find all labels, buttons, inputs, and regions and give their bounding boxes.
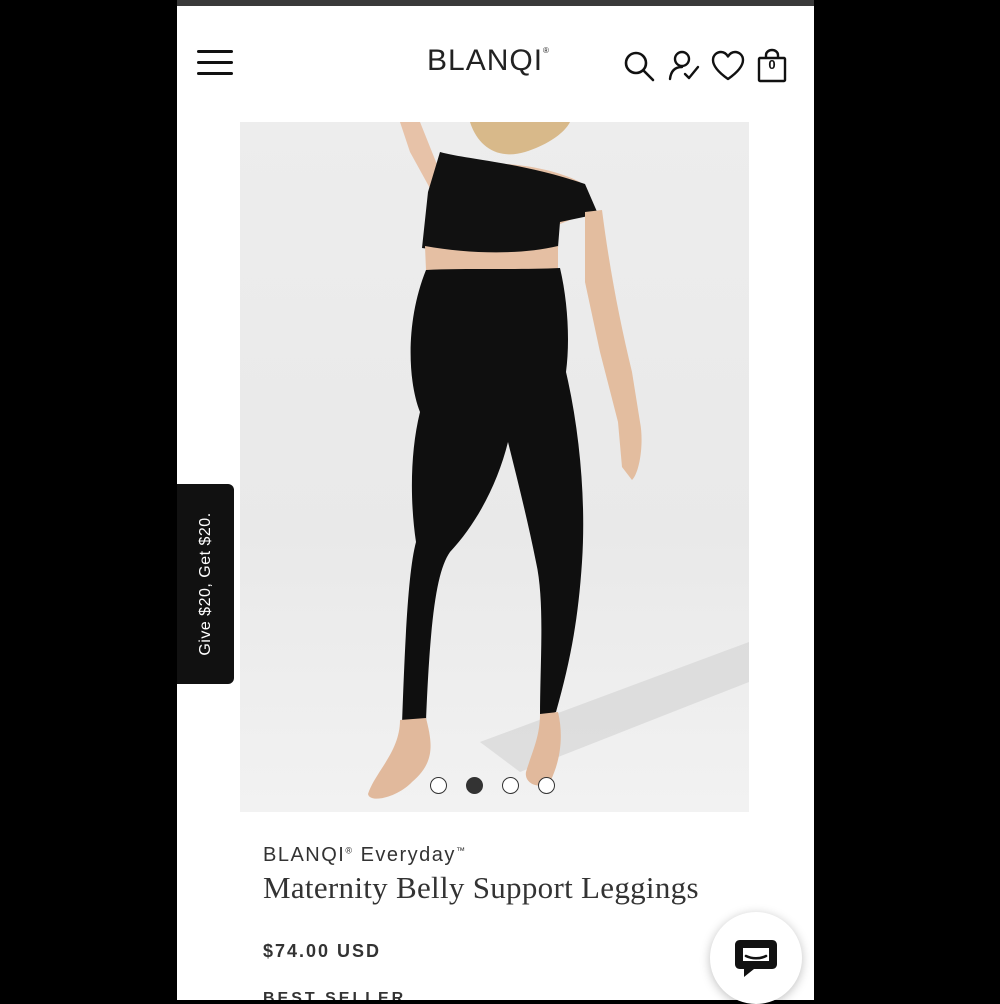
carousel-dot-active[interactable] xyxy=(466,777,483,794)
product-image[interactable] xyxy=(240,122,749,812)
search-icon[interactable] xyxy=(621,48,657,84)
carousel-dot[interactable] xyxy=(538,777,555,794)
logo-registered-mark: ® xyxy=(543,46,550,55)
chat-bubble-icon xyxy=(735,940,777,977)
collection-name: Everyday xyxy=(360,844,456,866)
logo-text: BLANQI xyxy=(427,44,544,77)
product-title: Maternity Belly Support Leggings xyxy=(263,870,699,905)
brand-logo[interactable]: BLANQI® xyxy=(427,44,550,78)
product-price: $74.00 USD xyxy=(263,941,382,961)
best-seller-badge: BEST SELLER xyxy=(263,990,407,1000)
model-photo xyxy=(368,122,749,799)
carousel-dot[interactable] xyxy=(502,777,519,794)
cart-count: 0 xyxy=(768,57,776,72)
wishlist-heart-icon[interactable] xyxy=(710,48,746,84)
referral-tab[interactable]: Give $20, Get $20. xyxy=(177,484,234,684)
menu-icon[interactable] xyxy=(197,50,233,78)
chat-button[interactable] xyxy=(710,912,802,1004)
referral-tab-label: Give $20, Get $20. xyxy=(196,512,214,656)
cart-bag-icon[interactable]: 0 xyxy=(754,48,790,84)
carousel-dot[interactable] xyxy=(430,777,447,794)
brand-registered-mark: ® xyxy=(345,845,354,856)
product-page: BLANQI® 0 BLANQI® Everyday™ Maternity Be… xyxy=(177,0,814,1000)
collection-trademark: ™ xyxy=(455,845,467,856)
brand-name: BLANQI xyxy=(263,844,346,866)
site-header: BLANQI® 0 xyxy=(177,6,814,118)
product-brand: BLANQI® Everyday™ xyxy=(263,844,466,867)
account-icon[interactable] xyxy=(666,48,702,84)
